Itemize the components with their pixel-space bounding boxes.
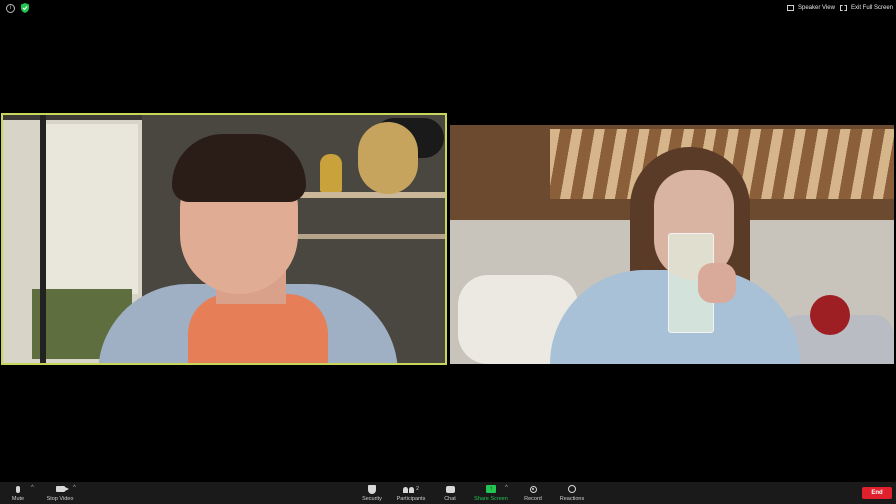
shield-icon [368, 484, 376, 494]
participants-label: Participants [396, 496, 426, 502]
participant-hand [698, 263, 736, 303]
encryption-shield-icon[interactable] [21, 3, 29, 13]
exit-full-screen-label: Exit Full Screen [851, 5, 894, 11]
share-screen-label: Share Screen [474, 496, 508, 502]
grid-icon [787, 5, 794, 11]
exit-full-screen-button[interactable]: Exit Full Screen [840, 2, 893, 14]
red-bag [810, 295, 850, 335]
video-camera-icon [55, 486, 69, 492]
video-tile-right[interactable] [450, 125, 894, 364]
participants-count: 2 [416, 486, 419, 492]
participant-hair [172, 134, 306, 202]
reactions-button[interactable]: Reactions [550, 482, 594, 504]
chat-label: Chat [444, 496, 456, 502]
chat-bubble-icon [445, 485, 455, 493]
participant-shirt [188, 294, 328, 364]
mute-label: Mute [11, 496, 25, 502]
chat-button[interactable]: Chat [428, 482, 472, 504]
security-button[interactable]: Security [350, 482, 394, 504]
stop-video-label: Stop Video [46, 496, 74, 502]
reaction-icon [568, 485, 576, 493]
shelf [292, 234, 446, 239]
record-button[interactable]: Record [511, 482, 555, 504]
audio-options-caret-icon[interactable]: ^ [31, 485, 34, 491]
speaker-view-button[interactable]: Speaker View [787, 2, 835, 14]
security-label: Security [362, 496, 382, 502]
participants-icon [403, 485, 415, 493]
speaker-view-label: Speaker View [798, 5, 835, 11]
teddy-bear [358, 122, 418, 194]
video-tile-left[interactable] [2, 114, 446, 364]
shelf [292, 192, 446, 198]
share-screen-icon: ↑ [486, 485, 496, 493]
microphone-icon [16, 485, 20, 493]
fullscreen-icon [840, 5, 847, 11]
end-meeting-button[interactable]: End [862, 487, 892, 499]
participants-button[interactable]: 2 Participants [389, 482, 433, 504]
window-blind [46, 124, 138, 294]
mute-button[interactable]: Mute [0, 482, 40, 504]
reactions-label: Reactions [559, 496, 585, 502]
record-label: Record [524, 496, 542, 502]
record-icon [529, 485, 537, 493]
top-bar: i Speaker View Exit Full Screen [0, 0, 896, 16]
video-options-caret-icon[interactable]: ^ [73, 485, 76, 491]
share-options-caret-icon[interactable]: ^ [505, 485, 508, 491]
meeting-toolbar: Mute ^ Stop Video ^ Security 2 Participa… [0, 482, 896, 504]
trophy [320, 154, 342, 192]
info-icon[interactable]: i [6, 4, 15, 13]
